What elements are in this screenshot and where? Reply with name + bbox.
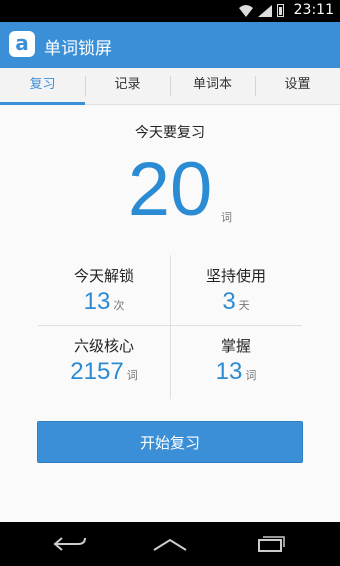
stat-value: 13 <box>83 288 111 315</box>
status-bar: 23:11 <box>0 0 340 22</box>
signal-icon <box>258 5 272 17</box>
home-icon[interactable] <box>150 534 190 554</box>
back-icon[interactable] <box>50 534 90 554</box>
tab-wordbook[interactable]: 单词本 <box>170 68 255 104</box>
stats-grid: 今天解锁 13 次 坚持使用 3天 六级核心 2157 词 掌握 13 词 <box>38 255 302 399</box>
tab-bar: 复习 记录 单词本 设置 <box>0 68 340 105</box>
clock: 23:11 <box>293 2 334 18</box>
stat-cet6-core: 六级核心 2157 词 <box>38 335 170 386</box>
start-review-button[interactable]: 开始复习 <box>37 421 303 463</box>
tab-review[interactable]: 复习 <box>0 68 85 105</box>
stat-unit: 词 <box>245 369 257 382</box>
stat-value: 13 <box>215 358 243 385</box>
stat-mastered: 掌握 13 词 <box>170 335 302 386</box>
stat-label: 掌握 <box>220 337 251 355</box>
navigation-bar <box>0 522 340 566</box>
tab-settings[interactable]: 设置 <box>255 68 340 104</box>
app-bar: a 单词锁屏 <box>0 22 340 68</box>
stat-value: 3 <box>222 288 236 315</box>
grid-divider-horizontal <box>38 325 302 326</box>
review-count: 20 <box>127 147 213 232</box>
app-logo-icon: a <box>9 31 35 57</box>
recent-apps-icon[interactable] <box>250 534 290 554</box>
stat-unlocks-today: 今天解锁 13 次 <box>38 265 170 316</box>
stat-value: 2157 <box>70 358 124 385</box>
stat-days-used: 坚持使用 3天 <box>170 265 302 316</box>
status-icons <box>239 4 284 17</box>
app-title: 单词锁屏 <box>44 39 112 59</box>
stat-unit: 天 <box>238 299 250 312</box>
stat-label: 六级核心 <box>73 337 134 355</box>
review-count-unit: 词 <box>221 211 232 224</box>
tab-records[interactable]: 记录 <box>85 68 170 104</box>
wifi-icon <box>239 5 253 17</box>
review-count-wrap: 20 <box>0 145 340 235</box>
stat-unit: 次 <box>113 299 125 312</box>
review-panel: 今天要复习 20 词 今天解锁 13 次 坚持使用 3天 六级核心 2157 词 掌… <box>0 105 340 522</box>
stat-unit: 词 <box>126 369 138 382</box>
stat-label: 今天解锁 <box>73 267 134 285</box>
stat-label: 坚持使用 <box>205 267 266 285</box>
battery-icon <box>277 4 284 17</box>
review-label: 今天要复习 <box>135 125 205 141</box>
